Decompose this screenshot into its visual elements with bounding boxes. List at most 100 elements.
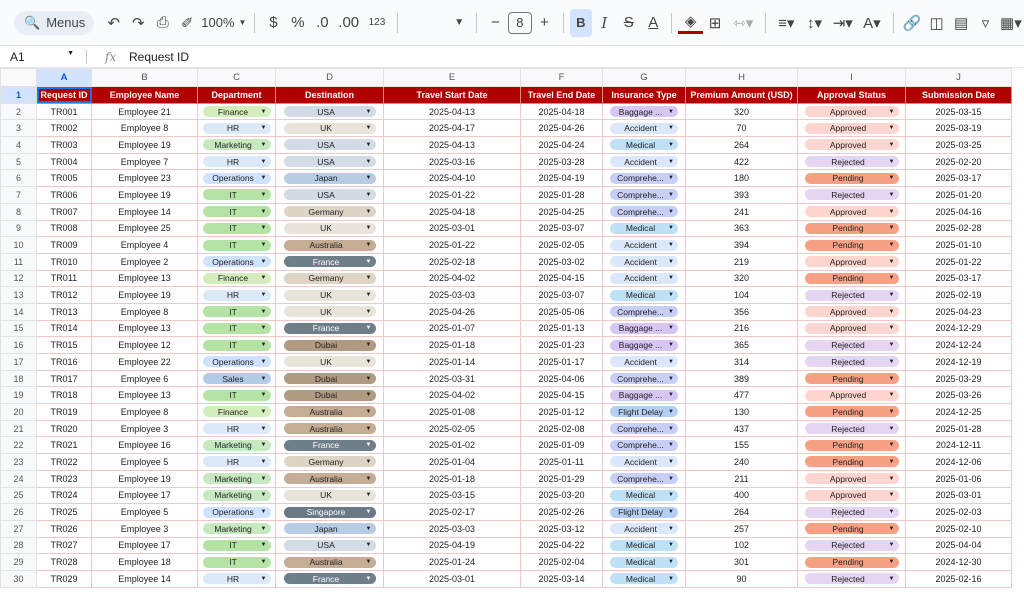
cell[interactable]: 2025-01-14: [383, 353, 521, 371]
cell[interactable]: USA ▼: [275, 136, 384, 154]
dropdown-chip[interactable]: Approved ▼: [804, 139, 899, 151]
filter-views-icon[interactable]: ▦▾: [998, 9, 1024, 37]
cell[interactable]: 2025-01-18: [383, 336, 521, 354]
dropdown-chip[interactable]: Marketing ▼: [202, 489, 271, 501]
dropdown-chip[interactable]: Pending ▼: [804, 222, 899, 234]
cell[interactable]: Employee 13: [91, 269, 198, 288]
cell[interactable]: 2025-01-22: [905, 252, 1012, 271]
cell[interactable]: Germany ▼: [275, 202, 384, 221]
cell[interactable]: Comprehe... ▼: [602, 469, 686, 488]
dropdown-chip[interactable]: Approved ▼: [804, 473, 899, 485]
cell[interactable]: France ▼: [275, 569, 384, 588]
dropdown-chip[interactable]: UK ▼: [283, 289, 376, 301]
dropdown-chip[interactable]: Rejected ▼: [804, 156, 899, 168]
cell[interactable]: 130: [685, 403, 798, 421]
cell[interactable]: 2025-01-13: [520, 319, 603, 338]
cell[interactable]: TR019: [36, 403, 92, 421]
dropdown-chip[interactable]: USA ▼: [283, 106, 376, 118]
cell[interactable]: Medical ▼: [602, 486, 686, 505]
cell[interactable]: Employee 5: [91, 453, 198, 471]
cell[interactable]: Pending ▼: [797, 219, 906, 238]
cell[interactable]: 2025-02-04: [520, 553, 603, 571]
cell[interactable]: IT ▼: [197, 202, 276, 221]
dropdown-chip[interactable]: Operations ▼: [202, 256, 271, 268]
cell[interactable]: 2025-03-02: [520, 252, 603, 271]
cell[interactable]: Pending ▼: [797, 453, 906, 471]
cell[interactable]: Marketing ▼: [197, 469, 276, 488]
row-header[interactable]: 3: [0, 119, 37, 138]
cell[interactable]: Australia ▼: [275, 469, 384, 488]
text-rotation-icon[interactable]: A▾: [857, 9, 887, 37]
cell[interactable]: 2025-04-25: [520, 202, 603, 221]
cell[interactable]: Employee 3: [91, 519, 198, 538]
cell[interactable]: 2025-01-20: [905, 186, 1012, 204]
dropdown-chip[interactable]: Japan ▼: [283, 523, 376, 535]
percent-format-button[interactable]: %: [286, 9, 310, 37]
cell[interactable]: TR023: [36, 469, 92, 488]
cell[interactable]: Approved ▼: [797, 102, 906, 121]
dropdown-chip[interactable]: Medical ▼: [610, 139, 678, 151]
dropdown-chip[interactable]: USA ▼: [283, 139, 376, 151]
row-header[interactable]: 21: [0, 419, 37, 438]
cell[interactable]: TR012: [36, 286, 92, 304]
dropdown-chip[interactable]: Medical ▼: [610, 556, 678, 568]
cell[interactable]: Employee 14: [91, 569, 198, 588]
cell[interactable]: 2025-01-08: [383, 403, 521, 421]
cell[interactable]: 180: [685, 169, 798, 188]
cell[interactable]: TR005: [36, 169, 92, 188]
column-header[interactable]: I: [797, 68, 906, 87]
font-select[interactable]: ▼: [404, 9, 470, 37]
cell[interactable]: Comprehe... ▼: [602, 302, 686, 321]
row-header[interactable]: 26: [0, 503, 37, 521]
cell[interactable]: Rejected ▼: [797, 353, 906, 371]
cell[interactable]: 2025-01-09: [520, 436, 603, 455]
dropdown-chip[interactable]: Accident ▼: [610, 256, 678, 268]
row-header[interactable]: 22: [0, 436, 37, 455]
dropdown-chip[interactable]: Baggage ... ▼: [610, 106, 678, 118]
cell[interactable]: 2025-01-24: [383, 553, 521, 571]
cell[interactable]: Baggage ... ▼: [602, 319, 686, 338]
cell[interactable]: Pending ▼: [797, 236, 906, 254]
cell[interactable]: Australia ▼: [275, 553, 384, 571]
dropdown-chip[interactable]: Finance ▼: [202, 272, 271, 284]
cell[interactable]: Operations ▼: [197, 503, 276, 521]
cell[interactable]: 264: [685, 136, 798, 154]
cell[interactable]: 2025-03-07: [520, 219, 603, 238]
cell[interactable]: 2025-03-26: [905, 386, 1012, 405]
cell[interactable]: 2025-02-08: [520, 419, 603, 438]
cell[interactable]: 2025-02-16: [905, 569, 1012, 588]
dropdown-chip[interactable]: IT ▼: [202, 222, 271, 234]
dropdown-chip[interactable]: Australia ▼: [283, 406, 376, 418]
dropdown-chip[interactable]: Accident ▼: [610, 272, 678, 284]
merge-cells-icon[interactable]: ⇿▾: [727, 9, 759, 37]
cell[interactable]: Approved ▼: [797, 119, 906, 138]
bold-icon[interactable]: B: [569, 8, 593, 37]
number-format-button[interactable]: 123: [363, 9, 391, 37]
cell[interactable]: 2025-04-18: [520, 102, 603, 121]
cell[interactable]: 2025-01-04: [383, 453, 521, 471]
cell[interactable]: HR ▼: [197, 152, 276, 171]
cell[interactable]: Employee 2: [91, 252, 198, 271]
select-all-corner[interactable]: [0, 68, 37, 87]
cell[interactable]: Accident ▼: [602, 152, 686, 171]
cell[interactable]: Employee 3: [91, 419, 198, 438]
cell[interactable]: Approved ▼: [797, 386, 906, 405]
cell[interactable]: Employee 18: [91, 553, 198, 571]
cell[interactable]: Medical ▼: [602, 286, 686, 304]
cell[interactable]: 240: [685, 453, 798, 471]
cell[interactable]: Comprehe... ▼: [602, 169, 686, 188]
dropdown-chip[interactable]: Medical ▼: [610, 573, 678, 585]
dropdown-chip[interactable]: UK ▼: [283, 222, 376, 234]
dropdown-chip[interactable]: Dubai ▼: [283, 373, 376, 385]
header-cell[interactable]: Insurance Type: [602, 86, 686, 104]
dropdown-chip[interactable]: UK ▼: [283, 356, 376, 368]
dropdown-chip[interactable]: USA ▼: [283, 156, 376, 168]
dropdown-chip[interactable]: USA ▼: [283, 539, 376, 551]
row-header[interactable]: 29: [0, 553, 37, 571]
cell[interactable]: Rejected ▼: [797, 503, 906, 521]
cell[interactable]: 211: [685, 469, 798, 488]
column-header[interactable]: C: [197, 68, 276, 87]
cell[interactable]: USA ▼: [275, 186, 384, 204]
cell[interactable]: 365: [685, 336, 798, 354]
cell[interactable]: 2025-04-15: [520, 269, 603, 288]
